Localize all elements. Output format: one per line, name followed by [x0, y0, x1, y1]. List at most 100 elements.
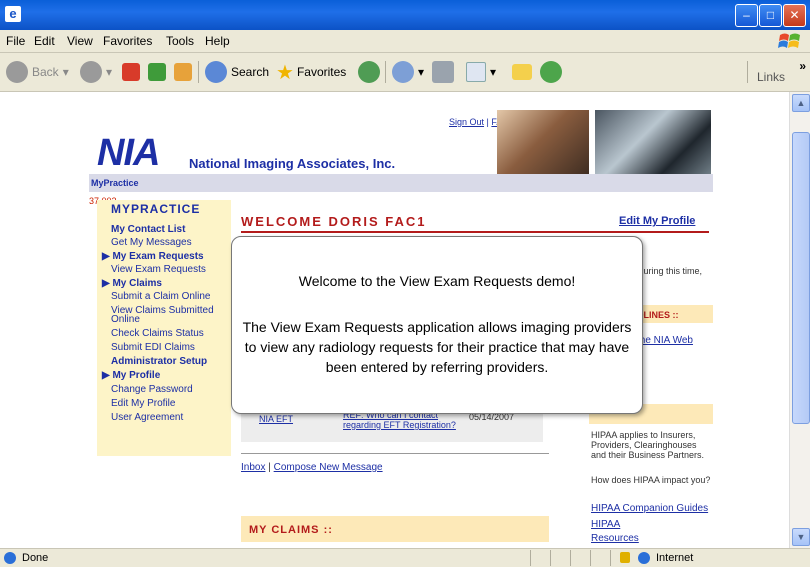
- history-button[interactable]: [358, 60, 384, 84]
- discuss-button[interactable]: [512, 60, 536, 84]
- back-arrow-icon: [6, 61, 28, 83]
- sign-out-link[interactable]: Sign Out: [449, 117, 484, 127]
- sidebar-item-view-exam-requests[interactable]: View Exam Requests: [111, 264, 206, 275]
- sidebar-item-exam-requests[interactable]: ▶ My Exam Requests: [102, 251, 204, 262]
- links-toolbar[interactable]: Links: [757, 70, 785, 84]
- hipaa-text: HIPAA applies to Insurers, Providers, Cl…: [591, 430, 705, 460]
- vertical-scrollbar[interactable]: ▲ ▼: [789, 92, 810, 548]
- history-icon: [358, 61, 380, 83]
- maximize-button[interactable]: □: [759, 4, 782, 27]
- minimize-button[interactable]: –: [735, 4, 758, 27]
- back-label: Back: [32, 65, 59, 79]
- hipaa-resources-link[interactable]: Resources: [591, 533, 639, 544]
- messenger-icon: [540, 61, 562, 83]
- sidebar-item-submit-claim[interactable]: Submit a Claim Online: [111, 291, 210, 302]
- chevron-down-icon: ▾: [106, 65, 113, 79]
- status-divider: [590, 550, 591, 566]
- sidebar-item-admin-setup[interactable]: Administrator Setup: [111, 356, 207, 367]
- chevron-right-icon[interactable]: »: [799, 59, 806, 73]
- menu-favorites[interactable]: Favorites: [103, 34, 152, 48]
- notice-text: During this time,: [637, 266, 703, 276]
- status-divider: [550, 550, 551, 566]
- company-name: National Imaging Associates, Inc.: [189, 156, 396, 171]
- search-icon: [205, 61, 227, 83]
- inbox-link[interactable]: Inbox: [241, 462, 265, 473]
- home-icon: [174, 63, 192, 81]
- status-divider: [570, 550, 571, 566]
- welcome-heading: WELCOME DORIS FAC1: [241, 214, 427, 229]
- title-bar: e – □ ✕: [0, 0, 810, 30]
- forward-button[interactable]: ▾: [80, 60, 112, 84]
- status-bar: Done Internet: [0, 548, 810, 567]
- printer-icon: [432, 61, 454, 83]
- menu-edit[interactable]: Edit: [34, 34, 55, 48]
- stop-button[interactable]: [122, 60, 144, 84]
- sidebar-item-my-profile[interactable]: ▶ My Profile: [102, 370, 160, 381]
- divider: [241, 453, 549, 454]
- star-icon: ★: [276, 61, 294, 84]
- edit-button[interactable]: ▾: [466, 60, 496, 84]
- doctor-photo: [497, 110, 589, 180]
- message-links: Inbox | Compose New Message: [241, 462, 383, 473]
- nia-web-link[interactable]: the NIA Web: [637, 335, 693, 346]
- print-button[interactable]: [432, 60, 458, 84]
- sidebar-item-user-agreement[interactable]: User Agreement: [111, 412, 183, 423]
- favorites-button[interactable]: ★ Favorites: [276, 60, 346, 84]
- menu-help[interactable]: Help: [205, 34, 230, 48]
- windows-flag-icon: [778, 33, 800, 48]
- mail-icon: [392, 61, 414, 83]
- sidebar-item-contact-list[interactable]: My Contact List: [111, 224, 185, 235]
- ie-app-icon[interactable]: e: [5, 6, 21, 22]
- page-icon: [4, 552, 16, 564]
- chevron-down-icon: ▾: [62, 65, 69, 79]
- sidebar-item-edit-profile[interactable]: Edit My Profile: [111, 398, 175, 409]
- scroll-down-icon[interactable]: ▼: [792, 528, 810, 546]
- page-header: NIA National Imaging Associates, Inc. Si…: [89, 100, 713, 180]
- folder-icon: [512, 64, 532, 80]
- breadcrumb[interactable]: MyPractice: [89, 174, 713, 192]
- search-label: Search: [231, 65, 270, 79]
- hipaa-question: How does HIPAA impact you?: [591, 475, 711, 485]
- demo-callout: Welcome to the View Exam Requests demo! …: [231, 236, 643, 414]
- callout-heading: Welcome to the View Exam Requests demo!: [298, 273, 576, 289]
- callout-body: The View Exam Requests application allow…: [242, 319, 632, 375]
- messenger-button[interactable]: [540, 60, 566, 84]
- link-separator: |: [486, 117, 489, 127]
- back-button[interactable]: Back ▾: [6, 60, 69, 84]
- headlines-title: DLINES ::: [637, 310, 679, 320]
- sidebar-item-view-claims-cont[interactable]: Online: [111, 314, 140, 325]
- sidebar-item-submit-edi[interactable]: Submit EDI Claims: [111, 342, 195, 353]
- refresh-icon: [148, 63, 166, 81]
- scroll-thumb[interactable]: [792, 132, 810, 424]
- forward-arrow-icon: [80, 61, 102, 83]
- status-divider: [610, 550, 611, 566]
- scroll-up-icon[interactable]: ▲: [792, 94, 810, 112]
- link-separator: |: [268, 462, 271, 473]
- sidebar-item-check-claims[interactable]: Check Claims Status: [111, 328, 204, 339]
- stop-icon: [122, 63, 140, 81]
- menu-file[interactable]: File: [6, 34, 25, 48]
- toolbar-separator: [385, 61, 386, 83]
- scan-photo: [595, 110, 711, 180]
- menu-tools[interactable]: Tools: [166, 34, 194, 48]
- menu-view[interactable]: View: [67, 34, 93, 48]
- hipaa-link[interactable]: HIPAA: [591, 519, 620, 530]
- message-from-link[interactable]: NIA EFT: [259, 414, 293, 424]
- hipaa-guides-link[interactable]: HIPAA Companion Guides: [591, 503, 708, 514]
- home-button[interactable]: [174, 60, 196, 84]
- compose-message-link[interactable]: Compose New Message: [274, 462, 383, 473]
- search-button[interactable]: Search: [205, 60, 269, 84]
- sidebar-item-my-claims[interactable]: ▶ My Claims: [102, 278, 162, 289]
- word-icon: [466, 62, 486, 82]
- sidebar-item-change-password[interactable]: Change Password: [111, 384, 193, 395]
- lock-icon: [620, 552, 630, 563]
- status-divider: [530, 550, 531, 566]
- mail-button[interactable]: ▾: [392, 60, 424, 84]
- heading-divider: [241, 231, 709, 233]
- sidebar-item-get-messages[interactable]: Get My Messages: [111, 237, 192, 248]
- nia-logo[interactable]: NIA: [97, 132, 160, 175]
- close-button[interactable]: ✕: [783, 4, 806, 27]
- status-text: Done: [22, 552, 49, 564]
- refresh-button[interactable]: [148, 60, 170, 84]
- edit-profile-link[interactable]: Edit My Profile: [619, 215, 695, 227]
